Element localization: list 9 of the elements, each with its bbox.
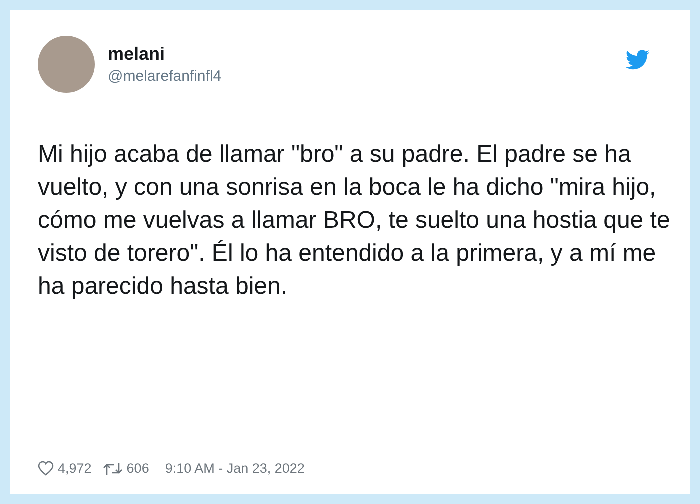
- tweet-timestamp: 9:10 AM - Jan 23, 2022: [165, 461, 305, 476]
- bird-icon: [626, 50, 650, 70]
- like-count: 4,972: [58, 461, 92, 476]
- retweet-count: 606: [126, 461, 150, 476]
- tweet-text: Mi hijo acaba de llamar "bro" a su padre. El padre se ha vuelto, y con una sonrisa en la boca le ha dicho "mira hijo, cómo me vuelvas a llamar BRO, te suelto una hostia que te visto de torero". Él lo ha entendido a la primera, y a mí me ha parecido hasta bien.: [38, 140, 672, 302]
- author-name: melani: [108, 44, 166, 65]
- author-handle: @melarefanfinfl4: [108, 68, 223, 85]
- heart-icon: [38, 461, 54, 476]
- retweet-icon: [102, 462, 123, 476]
